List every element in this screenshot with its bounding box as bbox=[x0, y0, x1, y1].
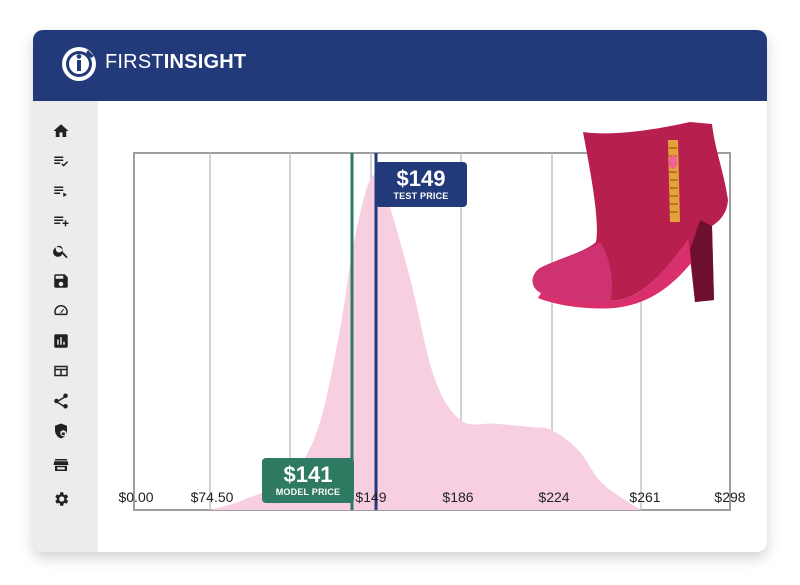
x-tick-label: $186 bbox=[442, 489, 474, 505]
x-tick-label: $74.50 bbox=[190, 489, 234, 505]
model-price-badge: $141 MODEL PRICE bbox=[262, 458, 354, 503]
test-price-badge: $149 TEST PRICE bbox=[375, 162, 467, 207]
x-tick-label: $0.00 bbox=[118, 489, 154, 505]
x-tick-label: $298 bbox=[714, 489, 746, 505]
test-price-value: $149 bbox=[396, 166, 446, 191]
model-price-value: $141 bbox=[283, 462, 333, 487]
test-price-caption: TEST PRICE bbox=[393, 191, 449, 201]
x-tick-label: $261 bbox=[629, 489, 661, 505]
x-tick-label: $149 bbox=[355, 489, 387, 505]
model-price-caption: MODEL PRICE bbox=[275, 487, 341, 497]
x-tick-label: $224 bbox=[538, 489, 570, 505]
